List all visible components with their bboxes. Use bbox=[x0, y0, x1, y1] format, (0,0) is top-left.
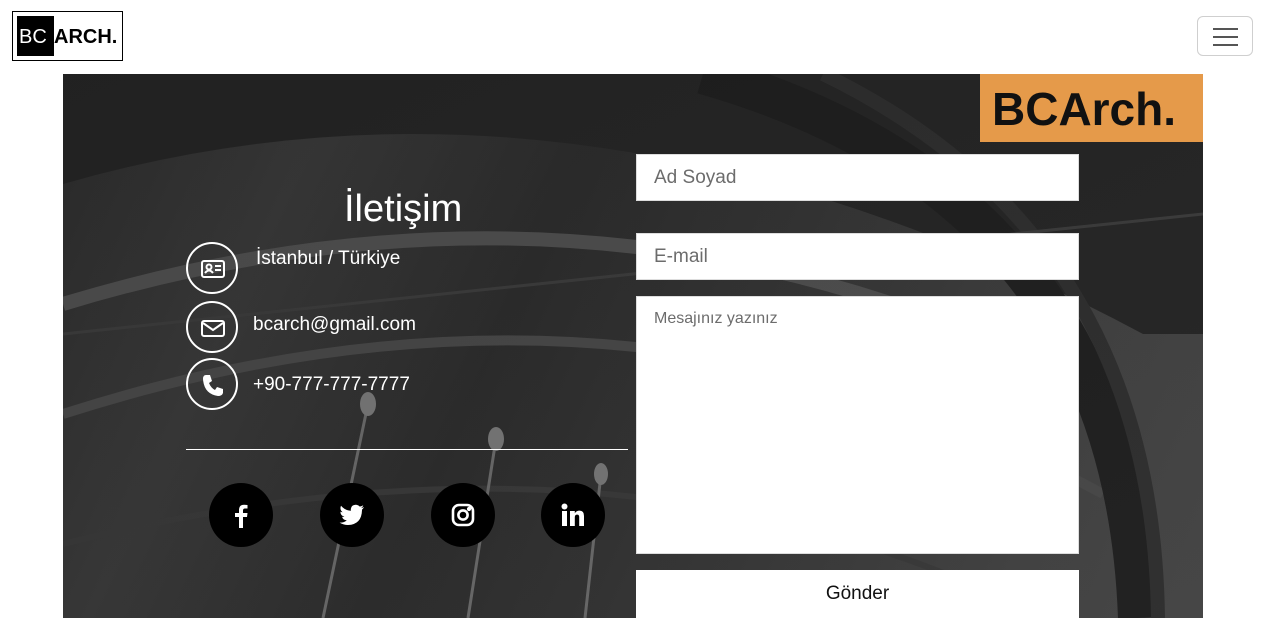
navbar: BC ARCH. bbox=[0, 0, 1264, 74]
brand-logo[interactable]: BC ARCH. bbox=[12, 11, 123, 61]
navbar-toggler-button[interactable] bbox=[1197, 16, 1253, 56]
contact-hero: BCArch. İletişim İstanbul / Türkiye bcar… bbox=[63, 74, 1203, 618]
facebook-icon bbox=[235, 504, 248, 528]
envelope-icon bbox=[186, 301, 238, 353]
twitter-icon bbox=[339, 504, 364, 525]
phone-icon bbox=[186, 358, 238, 410]
message-textarea[interactable] bbox=[637, 297, 1078, 553]
message-field[interactable] bbox=[636, 296, 1079, 554]
phone-text[interactable]: +90-777-777-7777 bbox=[253, 374, 410, 396]
email-field[interactable] bbox=[636, 233, 1079, 280]
logo-bc-text: BC bbox=[19, 26, 47, 48]
instagram-link[interactable] bbox=[431, 483, 495, 547]
name-field[interactable] bbox=[636, 154, 1079, 201]
id-card-icon bbox=[186, 242, 238, 294]
brand-badge-text: BCArch. bbox=[992, 83, 1177, 135]
name-input[interactable] bbox=[637, 155, 1078, 200]
hamburger-icon bbox=[1213, 28, 1238, 30]
address-text: İstanbul / Türkiye bbox=[256, 248, 401, 269]
instagram-icon bbox=[451, 503, 475, 527]
email-input[interactable] bbox=[637, 234, 1078, 279]
contact-divider bbox=[186, 449, 628, 450]
logo-arch-text: ARCH. bbox=[54, 26, 118, 48]
linkedin-icon bbox=[561, 503, 584, 526]
facebook-link[interactable] bbox=[209, 483, 273, 547]
linkedin-link[interactable] bbox=[541, 483, 605, 547]
brand-badge: BCArch. bbox=[980, 74, 1203, 142]
email-text[interactable]: bcarch@gmail.com bbox=[253, 314, 416, 336]
submit-button[interactable]: Gönder bbox=[636, 570, 1079, 618]
twitter-link[interactable] bbox=[320, 483, 384, 547]
contact-title: İletişim bbox=[344, 188, 463, 230]
